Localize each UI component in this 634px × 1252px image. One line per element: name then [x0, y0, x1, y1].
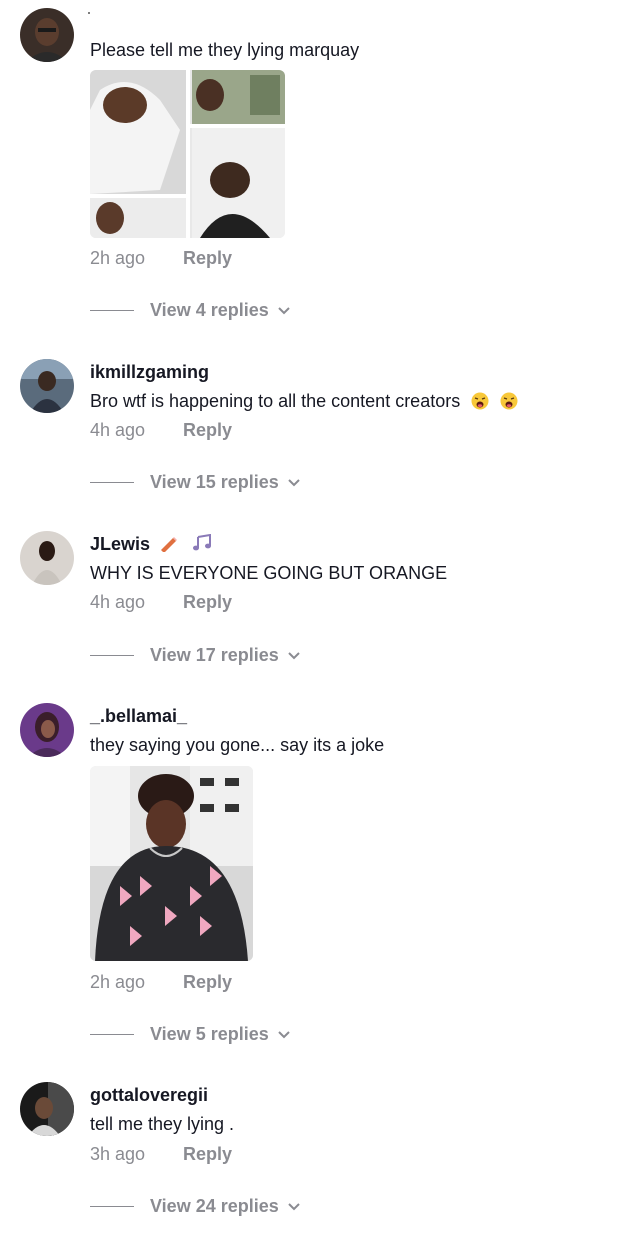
music-notes-icon	[193, 534, 212, 551]
divider-line	[90, 310, 134, 311]
view-replies-label: View 15 replies	[150, 472, 279, 492]
chevron-down-icon	[288, 651, 300, 659]
chevron-down-icon	[278, 306, 290, 314]
comment-username[interactable]: JLewis	[90, 534, 150, 554]
comment-text-row: Bro wtf is happening to all the content …	[90, 391, 518, 412]
comment-image[interactable]	[90, 70, 285, 238]
weary-face-emoji	[500, 392, 518, 410]
comment-username-row: JLewis	[90, 534, 214, 555]
comment-time: 3h ago	[90, 1144, 146, 1164]
avatar[interactable]	[20, 703, 74, 757]
comment-meta: 4h ago Reply	[90, 592, 232, 613]
comment-time: 2h ago	[90, 972, 146, 992]
view-replies-label: View 17 replies	[150, 645, 279, 665]
avatar[interactable]	[20, 1082, 74, 1136]
avatar[interactable]	[20, 8, 74, 62]
weary-face-emoji	[471, 392, 489, 410]
comment-text: tell me they lying .	[90, 1114, 235, 1134]
comment-time: 4h ago	[90, 420, 146, 440]
comment-meta: 2h ago Reply	[90, 972, 232, 993]
comment-username[interactable]: gottaloveregii	[90, 1085, 208, 1106]
reply-button[interactable]: Reply	[183, 420, 232, 440]
view-replies-button[interactable]: View 5 replies	[90, 1024, 291, 1045]
view-replies-button[interactable]: View 24 replies	[90, 1196, 301, 1217]
avatar[interactable]	[20, 359, 74, 413]
view-replies-label: View 4 replies	[150, 300, 269, 320]
divider-line	[90, 655, 134, 656]
chevron-down-icon	[288, 478, 300, 486]
view-replies-button[interactable]: View 15 replies	[90, 472, 301, 493]
comment-meta: 3h ago Reply	[90, 1144, 232, 1165]
chevron-down-icon	[288, 1202, 300, 1210]
comment-meta: 2h ago Reply	[90, 248, 232, 269]
comment-text: they saying you gone... say its a joke	[90, 735, 385, 755]
view-replies-label: View 5 replies	[150, 1024, 269, 1044]
reply-button[interactable]: Reply	[183, 248, 232, 268]
comment-time: 2h ago	[90, 248, 146, 268]
view-replies-button[interactable]: View 17 replies	[90, 645, 301, 666]
avatar[interactable]	[20, 531, 74, 585]
comment-time: 4h ago	[90, 592, 146, 612]
comment-username[interactable]: _.bellamai_	[90, 706, 187, 727]
divider-line	[90, 1034, 134, 1035]
reply-button[interactable]: Reply	[183, 592, 232, 612]
divider-line	[90, 1206, 134, 1207]
view-replies-button[interactable]: View 4 replies	[90, 300, 291, 321]
comment-meta: 4h ago Reply	[90, 420, 232, 441]
view-replies-label: View 24 replies	[150, 1196, 279, 1216]
reply-button[interactable]: Reply	[183, 1144, 232, 1164]
comment-image[interactable]	[90, 766, 253, 961]
chevron-down-icon	[278, 1030, 290, 1038]
username-placeholder	[88, 12, 90, 14]
pencil-icon	[161, 537, 178, 552]
reply-button[interactable]: Reply	[183, 972, 232, 992]
comment-username[interactable]: ikmillzgaming	[90, 362, 209, 383]
comment-text: Please tell me they lying marquay	[90, 40, 360, 60]
comment-text: WHY IS EVERYONE GOING BUT ORANGE	[90, 563, 448, 583]
comment-text: Bro wtf is happening to all the content …	[90, 391, 461, 411]
divider-line	[90, 482, 134, 483]
